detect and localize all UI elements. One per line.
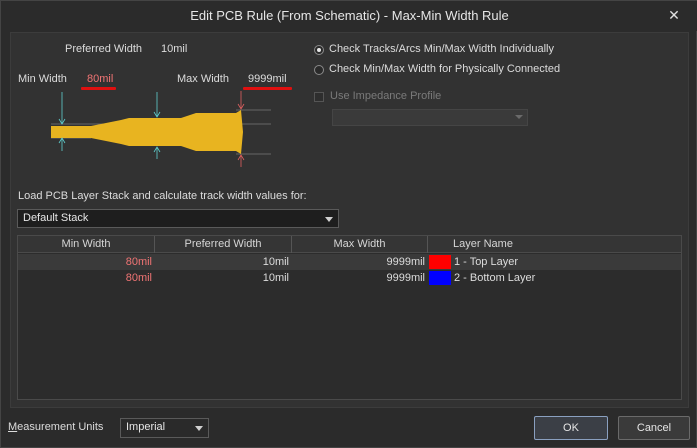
layer-stack-label: Load PCB Layer Stack and calculate track… (18, 190, 307, 202)
row-layer-name: 2 - Bottom Layer (454, 272, 536, 284)
layer-color-swatch (429, 271, 451, 285)
impedance-profile-label: Use Impedance Profile (330, 90, 442, 102)
max-width-label: Max Width (177, 73, 229, 85)
table-header: Min Width Preferred Width Max Width Laye… (18, 236, 681, 253)
ok-button[interactable]: OK (534, 416, 608, 440)
dialog-title: Edit PCB Rule (From Schematic) - Max-Min… (190, 8, 509, 23)
row-preferred-width[interactable]: 10mil (155, 270, 292, 286)
measurement-units-label-rest: easurement Units (17, 421, 104, 433)
table-row[interactable]: 80mil 10mil 9999mil 2 - Bottom Layer (18, 270, 681, 286)
impedance-profile-checkbox[interactable] (314, 92, 324, 102)
radio-check-connected[interactable] (314, 65, 324, 75)
table-row[interactable]: 80mil 10mil 9999mil 1 - Top Layer (18, 254, 681, 270)
layer-stack-value: Default Stack (23, 212, 89, 224)
max-width-value[interactable]: 9999mil (248, 73, 287, 85)
min-width-label: Min Width (18, 73, 67, 85)
measurement-units-value: Imperial (126, 421, 166, 433)
row-max-width[interactable]: 9999mil (292, 254, 428, 270)
impedance-profile-select[interactable] (332, 109, 528, 126)
measurement-units-label: Measurement Units (8, 421, 103, 433)
rule-dialog: Edit PCB Rule (From Schematic) - Max-Min… (0, 0, 697, 448)
header-layer-name[interactable]: Layer Name (428, 236, 538, 253)
radio-check-connected-label[interactable]: Check Min/Max Width for Physically Conne… (329, 63, 560, 75)
min-width-value[interactable]: 80mil (87, 73, 113, 85)
measurement-units-accel: M (8, 421, 18, 433)
layer-color-swatch (429, 255, 451, 269)
row-preferred-width[interactable]: 10mil (155, 254, 292, 270)
header-max-width[interactable]: Max Width (292, 236, 428, 253)
cancel-button[interactable]: Cancel (618, 416, 690, 440)
track-width-diagram (51, 91, 271, 167)
preferred-width-label: Preferred Width (65, 43, 143, 55)
radio-check-individually[interactable] (314, 45, 324, 55)
chevron-down-icon (515, 115, 523, 119)
chevron-down-icon (195, 426, 203, 431)
header-min-width[interactable]: Min Width (18, 236, 155, 253)
header-preferred-width[interactable]: Preferred Width (155, 236, 292, 253)
row-layer-name: 1 - Top Layer (454, 256, 519, 268)
preferred-width-value[interactable]: 10mil (161, 43, 187, 55)
layer-stack-select[interactable]: Default Stack (17, 209, 339, 228)
radio-check-individually-label[interactable]: Check Tracks/Arcs Min/Max Width Individu… (329, 43, 554, 55)
title-bar[interactable]: Edit PCB Rule (From Schematic) - Max-Min… (1, 1, 697, 31)
width-table: Min Width Preferred Width Max Width Laye… (17, 235, 682, 400)
row-min-width[interactable]: 80mil (18, 270, 155, 286)
measurement-units-select[interactable]: Imperial (120, 418, 209, 438)
row-min-width[interactable]: 80mil (18, 254, 155, 270)
close-icon[interactable]: ✕ (664, 5, 684, 25)
chevron-down-icon (325, 217, 333, 222)
row-max-width[interactable]: 9999mil (292, 270, 428, 286)
